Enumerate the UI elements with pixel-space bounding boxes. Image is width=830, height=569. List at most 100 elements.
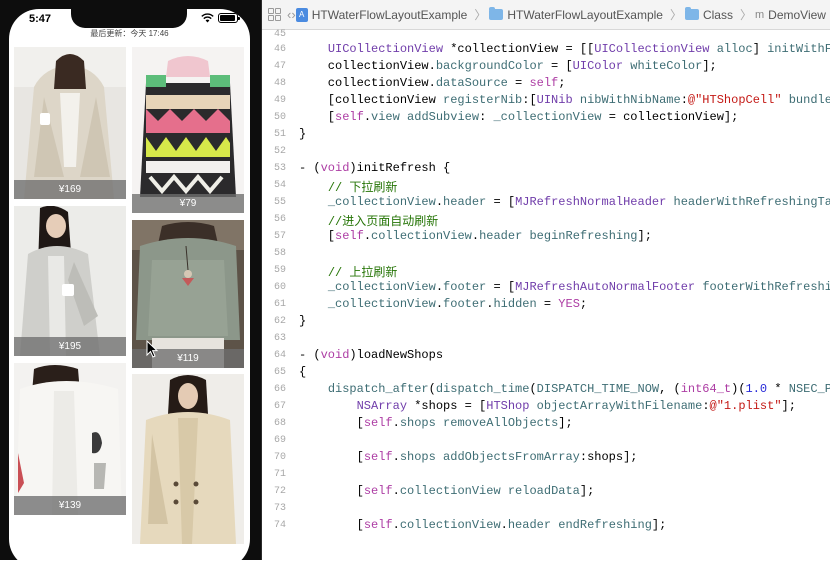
code-token: NSArray <box>356 399 408 413</box>
code-token: hidden <box>493 297 537 311</box>
code-token: addSubview <box>407 110 480 124</box>
code-token: self <box>363 518 393 532</box>
product-cell[interactable]: ¥195 <box>14 206 126 356</box>
code-line: [self.collectionView.header beginRefresh… <box>299 229 652 243</box>
code-token: NSEC_PER_SEC <box>788 382 830 396</box>
product-photo <box>132 374 244 544</box>
code-token: @"1.plist" <box>709 399 782 413</box>
code-line: _collectionView.footer.hidden = YES; <box>327 297 588 311</box>
code-token: _collectionView <box>327 297 436 311</box>
code-token: footer <box>443 297 487 311</box>
product-price: ¥79 <box>132 194 244 213</box>
folder-icon <box>489 7 504 20</box>
jumpbar-group-label: HTWaterFlowLayoutExample <box>507 7 663 22</box>
phone-frame: 5:47 最后更新：今天 17:46 ¥169 ¥79 ¥195 ¥119 ¥1… <box>0 0 262 569</box>
code-token: header <box>443 195 487 209</box>
code-token: MJRefreshNormalHeader <box>515 195 667 209</box>
product-cell[interactable]: ¥139 <box>14 363 126 515</box>
code-line: NSArray *shops = [HTShop objectArrayWith… <box>356 399 796 413</box>
code-comment: // 上拉刷新 <box>327 266 398 280</box>
code-token: _collectionView <box>327 195 436 209</box>
code-line: [self.shops removeAllObjects]; <box>299 416 573 430</box>
code-token: header <box>479 229 523 243</box>
code-line: { <box>299 365 307 379</box>
code-token: view <box>371 110 400 124</box>
code-token: footerWithRefreshingTarget <box>702 280 830 294</box>
product-price: ¥139 <box>14 496 126 515</box>
code-token: footer <box>443 280 487 294</box>
code-line: - (void)initRefresh { <box>299 161 451 175</box>
code-token: initWithFrame <box>767 42 830 56</box>
code-line: [self.shops addObjectsFromArray:shops]; <box>299 450 638 464</box>
code-token: registerNib <box>443 93 523 107</box>
code-token: MJRefreshAutoNormalFooter <box>515 280 696 294</box>
code-line: //进入页面自动刷新 <box>299 212 438 229</box>
code-line: } <box>299 314 307 328</box>
code-token: HTShop <box>486 399 530 413</box>
code-token: shops <box>399 450 436 464</box>
code-token: UICollectionView <box>327 42 444 56</box>
xcode-editor: ‹ › A HTWaterFlowLayoutExample 〉 HTWater… <box>262 0 830 542</box>
code-token: header <box>507 518 552 532</box>
jumpbar-project-label: HTWaterFlowLayoutExample <box>311 7 468 22</box>
jump-bar: ‹ › A HTWaterFlowLayoutExample 〉 HTWater… <box>262 0 830 30</box>
code-token: reloadData <box>507 484 580 498</box>
wifi-icon <box>201 13 214 23</box>
jumpbar-folder-label: Class <box>702 7 733 22</box>
code-line: _collectionView.header = [MJRefreshNorma… <box>299 195 830 209</box>
jumpbar-project[interactable]: A HTWaterFlowLayoutExample <box>295 7 472 22</box>
code-token: collectionView <box>399 484 501 498</box>
product-cell[interactable]: ¥79 <box>132 47 244 213</box>
pull-refresh-header: 最后更新：今天 17:46 <box>90 29 169 38</box>
jumpbar-group[interactable]: HTWaterFlowLayoutExample <box>489 7 667 22</box>
code-line: [self.collectionView.header endRefreshin… <box>299 518 667 532</box>
code-token: endRefreshing <box>558 518 652 532</box>
phone-screen: 5:47 最后更新：今天 17:46 ¥169 ¥79 ¥195 ¥119 ¥1… <box>9 9 250 569</box>
code-token: collectionView <box>371 229 472 243</box>
phone-notch <box>71 9 187 28</box>
product-photo <box>14 47 126 199</box>
product-cell[interactable]: ¥169 <box>14 47 126 199</box>
code-line: collectionView.backgroundColor = [UIColo… <box>299 59 717 73</box>
code-token: beginRefreshing <box>529 229 638 243</box>
code-area[interactable]: UICollectionView *collectionView = [[UIC… <box>262 30 830 542</box>
phone-simulator: 5:47 最后更新：今天 17:46 ¥169 ¥79 ¥195 ¥119 ¥1… <box>0 0 262 569</box>
product-photo <box>14 206 126 356</box>
code-token: removeAllObjects <box>443 416 559 430</box>
code-token: objectArrayWithFilename <box>536 399 703 413</box>
code-token: _collectionView <box>327 280 436 294</box>
status-time: 5:47 <box>29 13 52 25</box>
code-token: UINib <box>536 93 573 107</box>
code-line: dispatch_after(dispatch_time(DISPATCH_TI… <box>299 382 830 396</box>
code-comment: //进入页面自动刷新 <box>327 215 439 229</box>
code-line: [self.view addSubview: _collectionView =… <box>299 110 739 124</box>
code-token: 1.0 <box>745 382 768 396</box>
code-token: UICollectionView <box>594 42 710 56</box>
objc-file-icon: m <box>755 8 765 21</box>
jumpbar-folder-class[interactable]: Class <box>684 7 737 22</box>
product-cell[interactable] <box>132 374 244 544</box>
folder-icon <box>684 7 699 20</box>
code-token: alloc <box>716 42 753 56</box>
code-token: dispatch_time <box>435 382 530 396</box>
product-price: ¥169 <box>14 180 126 199</box>
code-line: } <box>299 127 307 141</box>
product-price: ¥195 <box>14 337 126 356</box>
code-token: self <box>363 484 393 498</box>
code-comment: // 下拉刷新 <box>327 181 398 195</box>
code-token: void <box>320 161 350 175</box>
code-token: int64_t <box>680 382 732 396</box>
code-line: [self.collectionView reloadData]; <box>299 484 595 498</box>
code-token: self <box>335 229 364 243</box>
jumpbar-file-label: DemoView <box>768 7 826 22</box>
related-items-grid-icon[interactable] <box>268 8 281 21</box>
product-photo <box>14 363 126 515</box>
code-token: _collectionView <box>493 110 602 124</box>
jumpbar-file[interactable]: m DemoView <box>755 8 830 22</box>
code-token: headerWithRefreshingTarget <box>673 195 830 209</box>
status-icons <box>201 13 240 23</box>
battery-icon <box>218 13 240 23</box>
code-token: self <box>363 450 393 464</box>
mouse-cursor-icon <box>146 340 158 358</box>
code-token: self <box>529 76 559 90</box>
